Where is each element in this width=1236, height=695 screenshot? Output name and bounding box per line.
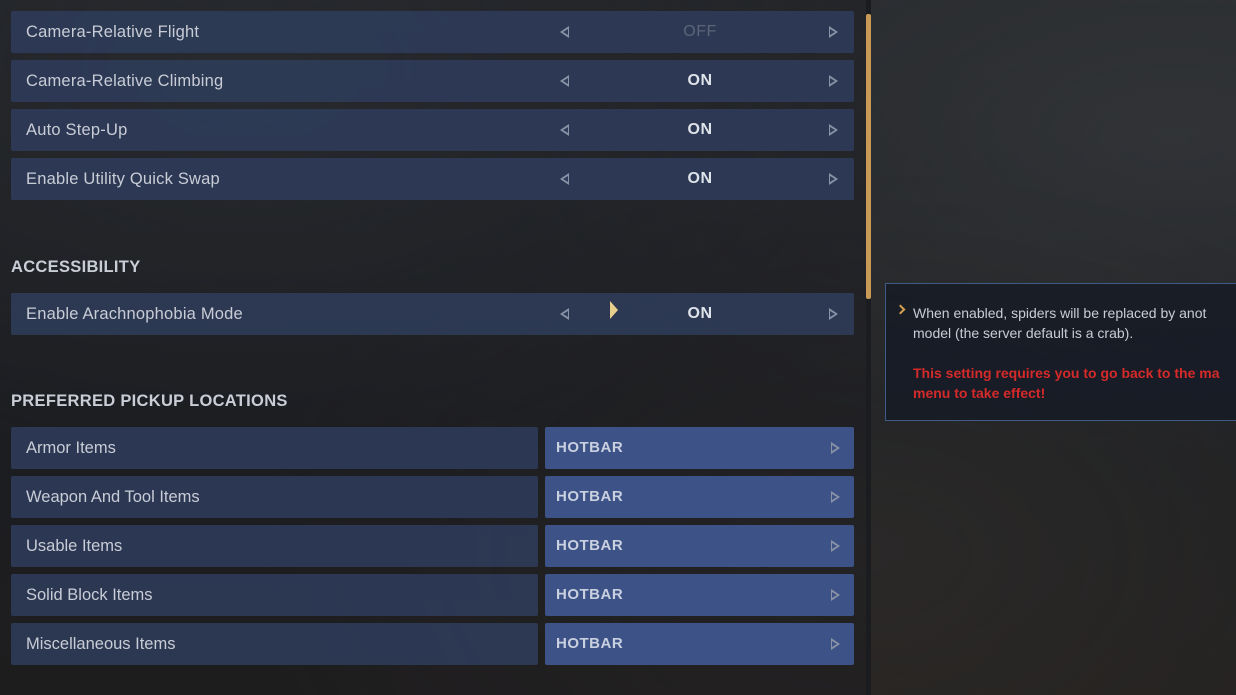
pickup-label-solid-block: Solid Block Items	[11, 574, 538, 616]
setting-value: ON	[687, 72, 713, 89]
caret-right-icon[interactable]	[829, 173, 838, 185]
settings-panel: Camera-Relative Flight OFF Camera-Relati…	[0, 0, 866, 695]
setting-row-camera-relative-flight[interactable]: Camera-Relative Flight OFF	[11, 11, 854, 53]
setting-row-auto-step-up[interactable]: Auto Step-Up ON	[11, 109, 854, 151]
pickup-label-miscellaneous: Miscellaneous Items	[11, 623, 538, 665]
tooltip-warning: This setting requires you to go back to …	[913, 363, 1236, 403]
pickup-label: Miscellaneous Items	[26, 635, 176, 653]
pickup-label: Armor Items	[26, 439, 116, 457]
pickup-select-usable[interactable]: HOTBAR	[545, 525, 854, 567]
setting-value: ON	[687, 121, 713, 138]
pickup-value: HOTBAR	[556, 586, 624, 603]
caret-right-icon[interactable]	[831, 491, 840, 503]
pickup-value: HOTBAR	[556, 439, 624, 456]
setting-description-tooltip: When enabled, spiders will be replaced b…	[885, 283, 1236, 421]
caret-left-icon[interactable]	[560, 173, 569, 185]
setting-label: Auto Step-Up	[26, 121, 128, 139]
pickup-label: Solid Block Items	[26, 586, 153, 604]
tooltip-desc-line: model (the server default is a crab).	[913, 325, 1134, 341]
pickup-select-solid-block[interactable]: HOTBAR	[545, 574, 854, 616]
pickup-select-weapon-tool[interactable]: HOTBAR	[545, 476, 854, 518]
caret-right-icon[interactable]	[829, 75, 838, 87]
setting-row-enable-utility-quick-swap[interactable]: Enable Utility Quick Swap ON	[11, 158, 854, 200]
pickup-select-armor[interactable]: HOTBAR	[545, 427, 854, 469]
setting-label: Camera-Relative Flight	[26, 23, 200, 41]
tooltip-warning-line: menu to take effect!	[913, 385, 1046, 401]
caret-left-icon[interactable]	[560, 75, 569, 87]
tooltip-desc-line: When enabled, spiders will be replaced b…	[913, 305, 1207, 321]
pickup-label: Weapon And Tool Items	[26, 488, 200, 506]
setting-value: ON	[687, 305, 713, 322]
section-title-accessibility: ACCESSIBILITY	[11, 258, 141, 276]
setting-label: Enable Utility Quick Swap	[26, 170, 220, 188]
tooltip-description: When enabled, spiders will be replaced b…	[913, 303, 1236, 343]
caret-right-icon[interactable]	[829, 124, 838, 136]
pickup-label-usable: Usable Items	[11, 525, 538, 567]
chevron-right-icon	[895, 304, 906, 315]
caret-left-icon[interactable]	[560, 308, 569, 320]
caret-right-icon[interactable]	[831, 540, 840, 552]
caret-left-icon[interactable]	[560, 26, 569, 38]
caret-right-icon[interactable]	[831, 442, 840, 454]
setting-row-camera-relative-climbing[interactable]: Camera-Relative Climbing ON	[11, 60, 854, 102]
pickup-label: Usable Items	[26, 537, 123, 555]
setting-row-arachnophobia-mode[interactable]: Enable Arachnophobia Mode ON	[11, 293, 854, 335]
setting-label: Camera-Relative Climbing	[26, 72, 224, 90]
pickup-label-armor: Armor Items	[11, 427, 538, 469]
pickup-value: HOTBAR	[556, 537, 624, 554]
setting-value: ON	[687, 170, 713, 187]
pickup-value: HOTBAR	[556, 488, 624, 505]
caret-right-icon[interactable]	[829, 308, 838, 320]
caret-right-icon[interactable]	[831, 589, 840, 601]
caret-right-icon[interactable]	[829, 26, 838, 38]
scrollbar-thumb[interactable]	[866, 14, 871, 299]
pickup-label-weapon-tool: Weapon And Tool Items	[11, 476, 538, 518]
pickup-select-miscellaneous[interactable]: HOTBAR	[545, 623, 854, 665]
section-title-pickup-locations: PREFERRED PICKUP LOCATIONS	[11, 392, 288, 410]
mouse-cursor-icon	[610, 301, 618, 319]
tooltip-warning-line: This setting requires you to go back to …	[913, 365, 1220, 381]
setting-label: Enable Arachnophobia Mode	[26, 305, 243, 323]
pickup-value: HOTBAR	[556, 635, 624, 652]
caret-right-icon[interactable]	[831, 638, 840, 650]
setting-value: OFF	[683, 23, 717, 40]
caret-left-icon[interactable]	[560, 124, 569, 136]
